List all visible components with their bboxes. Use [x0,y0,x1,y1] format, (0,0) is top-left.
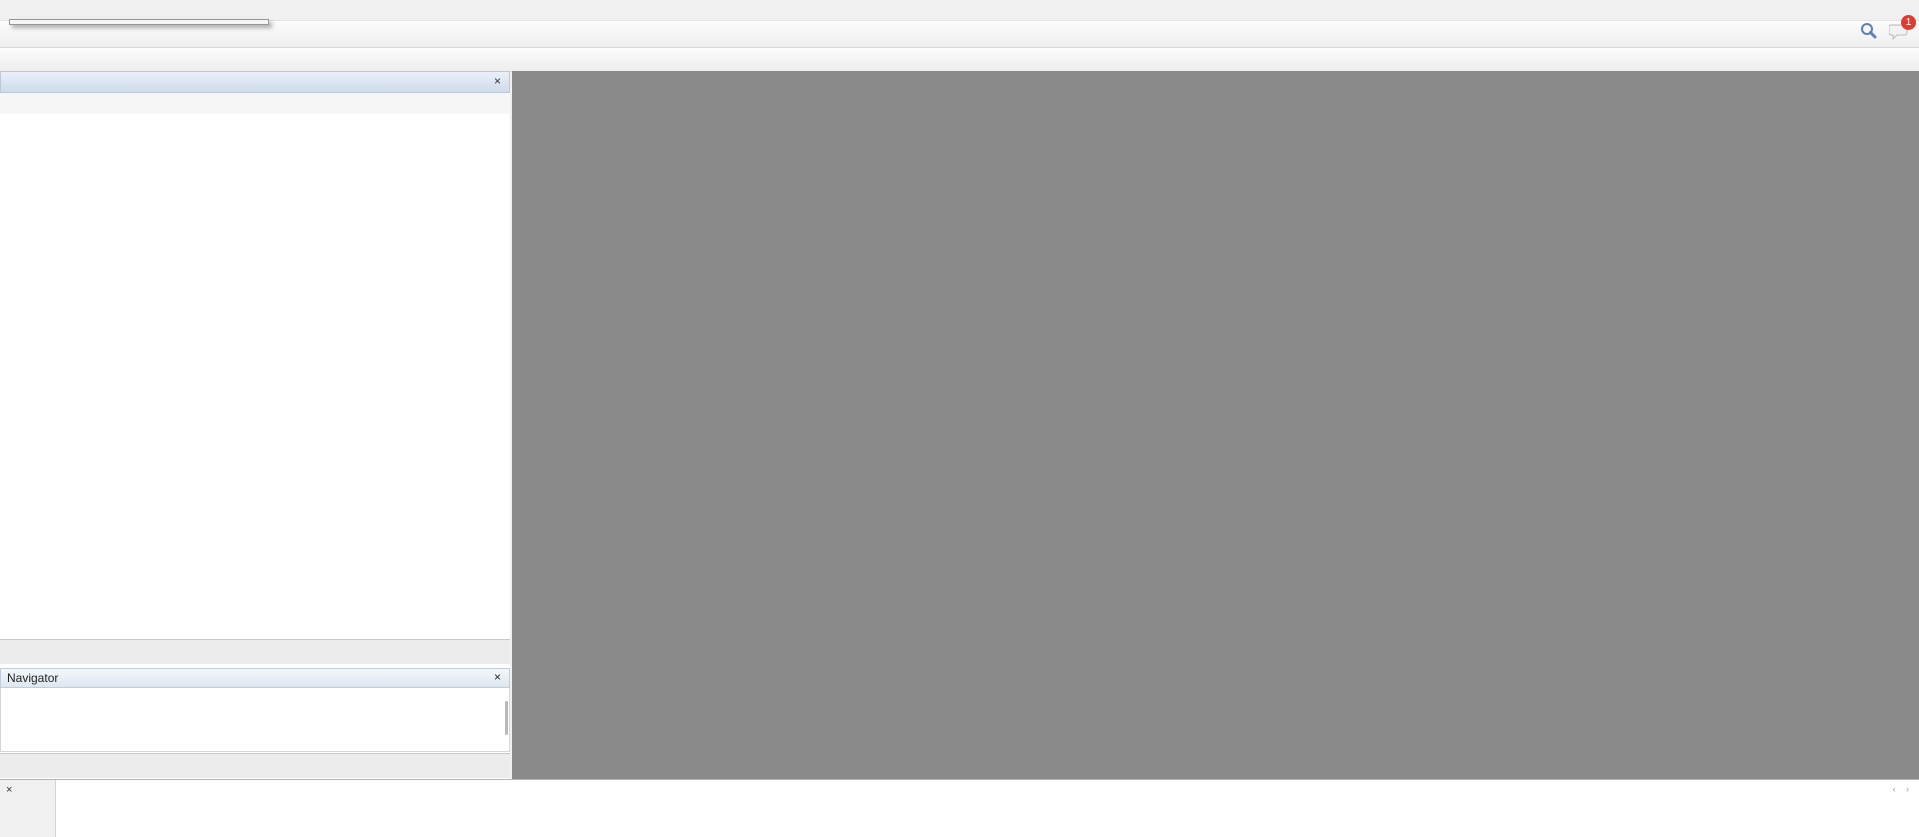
scroll-arrows-icon[interactable]: ‹ › [1893,784,1914,794]
chart-workspace [512,71,1919,780]
navigator-scrollbar[interactable] [505,701,508,735]
market-watch-titlebar: × [0,71,510,93]
mt4-application-window: 1 × Navigator × × ‹ › [0,0,1919,837]
toolbar-standard [0,21,1919,48]
toolbar-timeframes [0,48,1919,72]
terminal-left-strip: × [0,780,56,837]
navigator-tree [0,688,510,752]
close-icon[interactable]: × [6,784,12,796]
titlebar-icon-area: 1 [1859,22,1909,40]
terminal-panel: × ‹ › [0,779,1919,837]
close-icon[interactable]: × [494,670,501,684]
notification-badge: 1 [1901,15,1916,30]
close-icon[interactable]: × [494,74,501,88]
navigator-titlebar: Navigator × [0,668,510,688]
notifications-icon[interactable]: 1 [1889,22,1909,40]
menu-bar [0,0,1919,21]
navigator-tabbar [0,753,510,778]
market-watch-header [0,93,510,115]
navigator-title: Navigator [7,671,58,685]
orders-table [55,780,1919,837]
symbols-tabbar [0,639,510,664]
left-panel-column: × Navigator × [0,71,510,780]
file-menu-dropdown [9,19,269,25]
search-icon[interactable] [1859,22,1877,40]
